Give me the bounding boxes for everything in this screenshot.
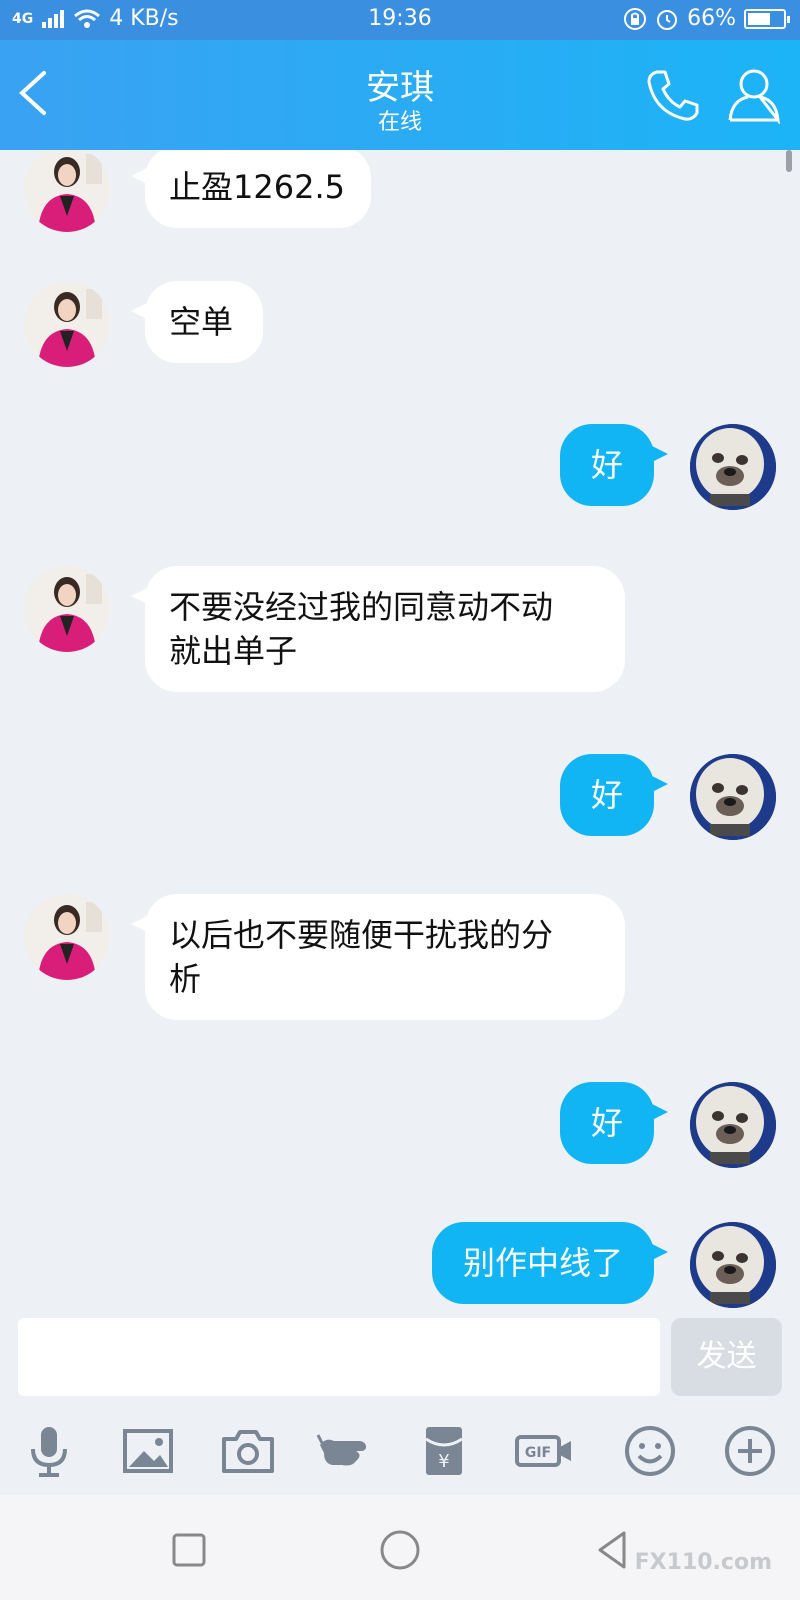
alarm-icon xyxy=(657,9,678,30)
outgoing-message[interactable]: 好 xyxy=(560,424,668,506)
message-input[interactable] xyxy=(18,1318,660,1396)
home-icon[interactable] xyxy=(375,1525,425,1575)
battery-icon xyxy=(744,8,790,29)
camera-icon[interactable] xyxy=(218,1421,278,1481)
chat-header: 安琪 在线 xyxy=(0,40,800,150)
contact-avatar[interactable] xyxy=(24,281,110,367)
outgoing-message[interactable]: 好 xyxy=(560,754,668,836)
incoming-message[interactable]: 以后也不要随便干扰我的分 析 xyxy=(131,894,625,1020)
back-icon[interactable] xyxy=(588,1525,638,1575)
mic-icon[interactable] xyxy=(19,1421,79,1481)
my-avatar[interactable] xyxy=(690,1082,776,1168)
input-toolbar: ¥ GIF xyxy=(0,1407,800,1495)
incoming-message[interactable]: 空单 xyxy=(131,281,263,363)
my-avatar[interactable] xyxy=(690,424,776,510)
poke-icon[interactable] xyxy=(316,1421,376,1481)
contact-avatar[interactable] xyxy=(24,566,110,652)
message-list[interactable]: 止盈1262.5 空单好不要没经过我的同意动不动 就出单子好以后也不要随便干扰我的… xyxy=(0,150,800,1315)
system-nav-bar xyxy=(0,1495,800,1600)
incoming-message[interactable]: 止盈1262.5 xyxy=(131,150,371,228)
contact-avatar[interactable] xyxy=(24,894,110,980)
scrollbar[interactable] xyxy=(786,150,792,172)
gif-icon[interactable]: GIF xyxy=(514,1421,574,1481)
svg-text:GIF: GIF xyxy=(525,1445,551,1461)
incoming-message[interactable]: 不要没经过我的同意动不动 就出单子 xyxy=(131,566,625,692)
recents-icon[interactable] xyxy=(164,1525,214,1575)
phone-icon[interactable] xyxy=(643,66,703,126)
battery-percent: 66% xyxy=(687,6,736,31)
my-avatar[interactable] xyxy=(690,754,776,840)
rotation-lock-icon xyxy=(624,7,647,30)
send-button[interactable]: 发送 xyxy=(671,1318,782,1396)
image-icon[interactable] xyxy=(118,1421,178,1481)
contact-avatar[interactable] xyxy=(24,150,110,232)
my-avatar[interactable] xyxy=(690,1222,776,1308)
emoji-icon[interactable] xyxy=(620,1421,680,1481)
red-packet-icon[interactable]: ¥ xyxy=(414,1421,474,1481)
svg-text:¥: ¥ xyxy=(438,1451,449,1472)
profile-icon[interactable] xyxy=(726,64,782,124)
outgoing-message[interactable]: 好 xyxy=(560,1082,668,1164)
input-bar: 发送 xyxy=(0,1315,800,1407)
outgoing-message[interactable]: 别作中线了 xyxy=(432,1222,668,1304)
plus-icon[interactable] xyxy=(720,1421,780,1481)
watermark: FX110.com xyxy=(634,1550,772,1575)
status-bar: 4G 4 KB/s 19:36 66% xyxy=(0,0,800,40)
